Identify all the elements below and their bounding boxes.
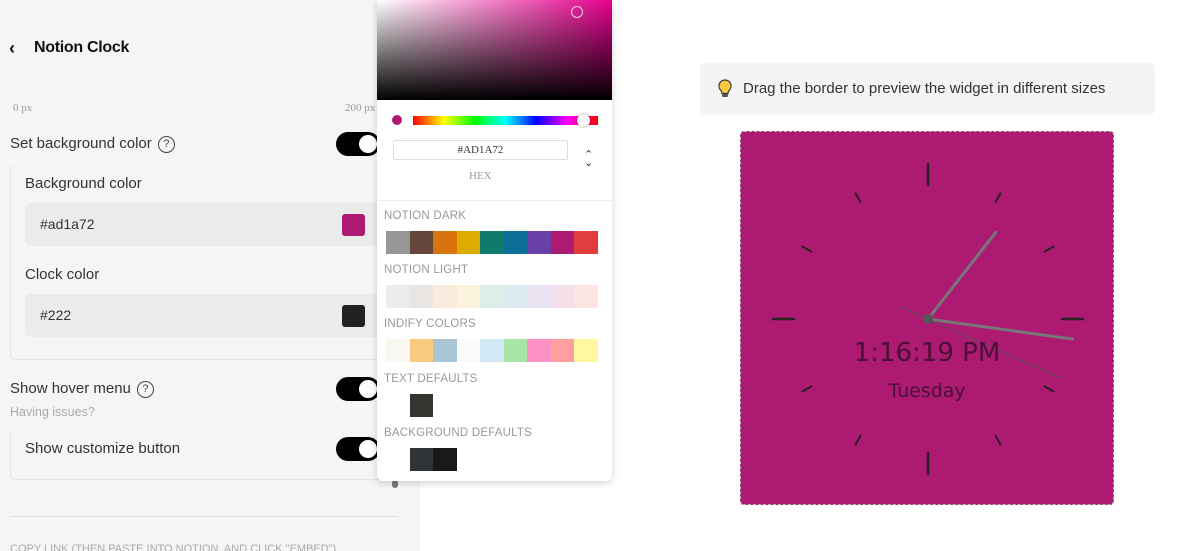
hour-tick xyxy=(854,434,862,446)
divider xyxy=(377,200,612,201)
hour-tick xyxy=(994,192,1002,204)
color-swatch[interactable] xyxy=(550,339,574,362)
color-swatch[interactable] xyxy=(527,339,551,362)
settings-panel: ‹ Notion Clock 0 px 200 px Set backgroun… xyxy=(0,0,420,551)
hour-hand xyxy=(926,230,998,321)
mode-toggle-icon[interactable]: ⌃ ⌄ xyxy=(584,150,593,169)
swatch-section-title: BACKGROUND DEFAULTS xyxy=(384,427,532,439)
hue-handle[interactable] xyxy=(577,114,591,127)
swatch-section-title: NOTION LIGHT xyxy=(384,264,469,276)
customize-button-toggle[interactable] xyxy=(336,437,380,461)
range-min-label: 0 px xyxy=(13,102,33,114)
color-swatch[interactable] xyxy=(503,339,527,362)
hour-tick xyxy=(854,192,862,204)
color-swatch[interactable] xyxy=(386,231,410,254)
color-swatch[interactable] xyxy=(386,394,410,417)
color-picker-popup: #AD1A72 HEX ⌃ ⌄ NOTION DARK NOTION LIGHT IN… xyxy=(377,0,612,481)
color-swatch[interactable] xyxy=(433,448,457,471)
hint-text: Drag the border to preview the widget in… xyxy=(743,80,1106,97)
color-swatch[interactable] xyxy=(386,448,410,471)
hour-tick xyxy=(994,434,1002,446)
hover-menu-toggle[interactable] xyxy=(336,377,380,401)
color-swatch[interactable] xyxy=(480,285,504,308)
set-background-text: Set background color xyxy=(10,135,152,152)
scrollbar-thumb[interactable] xyxy=(392,480,398,488)
color-swatch[interactable] xyxy=(433,231,457,254)
background-color-label: Background color xyxy=(25,175,142,192)
day-label: Tuesday xyxy=(888,380,966,402)
swatch-row xyxy=(386,339,598,362)
color-swatch[interactable] xyxy=(574,231,598,254)
analog-clock xyxy=(771,162,1085,476)
color-swatch[interactable] xyxy=(409,285,433,308)
divider xyxy=(10,516,398,517)
page-title: Notion Clock xyxy=(34,39,130,56)
clock-color-label: Clock color xyxy=(25,266,100,283)
copy-link-label: COPY LINK (THEN PASTE INTO NOTION, AND C… xyxy=(10,543,337,551)
swatch-section-title: NOTION DARK xyxy=(384,210,467,222)
color-swatch[interactable] xyxy=(550,231,574,254)
question-circle-icon[interactable]: ? xyxy=(136,381,154,398)
color-swatch[interactable] xyxy=(480,231,504,254)
lightbulb-icon xyxy=(718,79,732,97)
color-swatch[interactable] xyxy=(527,231,551,254)
having-issues-link[interactable]: Having issues? xyxy=(10,405,95,419)
question-circle-icon[interactable]: ? xyxy=(157,136,175,153)
hex-value: #AD1A72 xyxy=(457,144,504,156)
color-swatch[interactable] xyxy=(386,285,410,308)
color-swatch[interactable] xyxy=(409,448,433,471)
hour-tick xyxy=(801,245,813,253)
clock-preview-resizable[interactable]: 1:16:19 PM Tuesday xyxy=(740,131,1114,505)
swatch-row xyxy=(386,394,433,417)
saturation-area[interactable] xyxy=(377,0,612,100)
set-background-label: Set background color? xyxy=(10,135,175,153)
swatch-row xyxy=(386,231,598,254)
background-color-input[interactable]: #ad1a72 xyxy=(25,203,385,246)
color-swatch[interactable] xyxy=(503,285,527,308)
color-swatch[interactable] xyxy=(433,339,457,362)
hover-menu-text: Show hover menu xyxy=(10,380,131,397)
clock-color-input[interactable]: #222 xyxy=(25,294,385,337)
color-swatch[interactable] xyxy=(527,285,551,308)
background-color-value: #ad1a72 xyxy=(40,216,95,232)
hex-mode-label: HEX xyxy=(469,170,492,182)
swatch-row xyxy=(386,448,457,471)
current-color-dot xyxy=(392,115,402,125)
color-swatch[interactable] xyxy=(386,339,410,362)
clock-color-value: #222 xyxy=(40,307,72,323)
color-swatch[interactable] xyxy=(409,394,433,417)
hex-input[interactable]: #AD1A72 xyxy=(393,140,568,160)
hue-slider[interactable] xyxy=(413,114,598,127)
color-swatch[interactable] xyxy=(574,339,598,362)
clock-center xyxy=(923,314,933,324)
hover-menu-label: Show hover menu? xyxy=(10,380,154,398)
chevron-left-icon[interactable]: ‹ xyxy=(9,38,15,59)
swatch-section-title: INDIFY COLORS xyxy=(384,318,476,330)
hour-tick xyxy=(1043,245,1055,253)
customize-button-label: Show customize button xyxy=(25,440,181,457)
color-swatch[interactable] xyxy=(480,339,504,362)
preview-hint: Drag the border to preview the widget in… xyxy=(700,63,1155,115)
color-swatch[interactable] xyxy=(574,285,598,308)
color-swatch[interactable] xyxy=(456,231,480,254)
background-color-swatch[interactable] xyxy=(342,214,365,236)
color-swatch[interactable] xyxy=(409,339,433,362)
color-swatch[interactable] xyxy=(550,285,574,308)
color-swatch[interactable] xyxy=(503,231,527,254)
saturation-handle[interactable] xyxy=(571,6,583,18)
swatch-section-title: TEXT DEFAULTS xyxy=(384,373,478,385)
color-swatch[interactable] xyxy=(433,285,457,308)
color-swatch[interactable] xyxy=(456,285,480,308)
color-swatch[interactable] xyxy=(456,339,480,362)
digital-time: 1:16:19 PM xyxy=(853,338,1001,368)
swatch-row xyxy=(386,285,598,308)
set-background-toggle[interactable] xyxy=(336,132,380,156)
color-swatch[interactable] xyxy=(409,231,433,254)
clock-color-swatch[interactable] xyxy=(342,305,365,327)
range-max-label: 200 px xyxy=(345,102,376,114)
